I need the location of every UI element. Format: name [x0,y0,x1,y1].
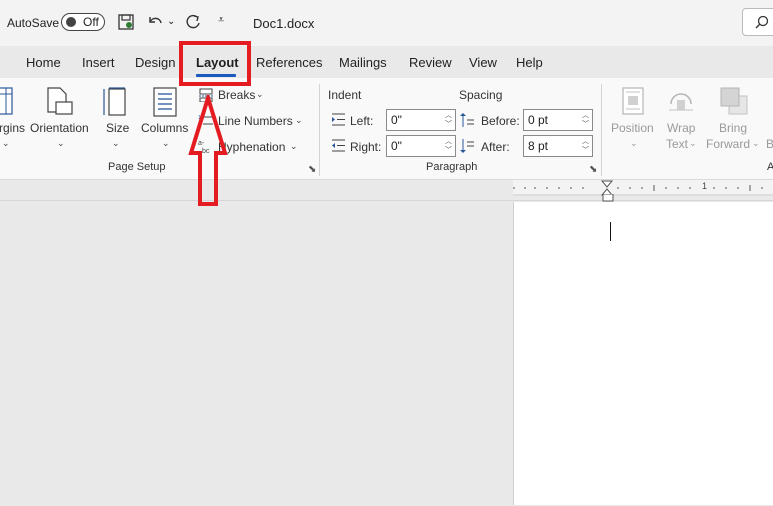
left-indent-marker-icon[interactable] [602,194,614,202]
page-setup-group-label: Page Setup [108,161,166,173]
tab-help[interactable]: Help [516,55,543,70]
arrange-group-label: A [767,161,773,173]
spinner-icon[interactable]: ︿ ﹀ [582,137,589,155]
undo-dropdown-chevron-icon[interactable]: ⌄ [167,16,175,27]
title-bar: AutoSave Off ⌄ ⩡ Doc1.docx [0,0,773,46]
columns-icon[interactable] [152,86,178,118]
autosave-toggle[interactable]: Off [61,13,105,31]
position-label[interactable]: Position [611,121,654,135]
spacing-before-input[interactable]: 0 pt ︿ ﹀ [523,109,593,131]
position-icon[interactable] [621,86,645,116]
ruler-ticks [513,180,773,196]
save-icon[interactable] [117,13,135,31]
tab-design[interactable]: Design [135,55,175,70]
indent-left-icon [332,113,345,126]
text-cursor [610,222,611,241]
orientation-chevron-icon[interactable]: ⌄ [57,138,65,149]
spacing-after-icon [460,139,474,153]
redo-icon[interactable] [184,13,202,31]
indent-header: Indent [328,88,362,102]
spinner-icon[interactable]: ︿ ﹀ [445,137,452,155]
autosave-state: Off [83,15,99,29]
line-numbers-label[interactable]: Line Numbers [218,114,293,128]
tab-review[interactable]: Review [409,55,452,70]
tab-home[interactable]: Home [26,55,61,70]
bring-forward-icon[interactable] [719,86,749,116]
tab-view[interactable]: View [469,55,497,70]
bring-label-2[interactable]: Forward [706,137,750,151]
annotation-arrow-icon [188,95,228,206]
margins-chevron-icon[interactable]: ⌄ [2,138,10,149]
spacing-after-label: After: [481,140,510,154]
paragraph-launcher-icon[interactable]: ⬊ [589,164,597,175]
tab-insert[interactable]: Insert [82,55,115,70]
indent-right-label: Right: [350,140,382,154]
wrap-text-icon[interactable] [667,90,695,114]
page-setup-launcher-icon[interactable]: ⬊ [308,164,316,175]
line-numbers-chevron-icon[interactable]: ⌄ [295,115,303,126]
bring-forward-chevron-icon[interactable]: ⌄ [752,138,760,149]
layout-tab-highlight [179,41,251,86]
spacing-after-input[interactable]: 8 pt ︿ ﹀ [523,135,593,157]
margins-icon[interactable] [0,86,14,118]
indent-right-icon [332,139,345,152]
hyphenation-chevron-icon[interactable]: ⌄ [290,141,298,152]
indent-right-value: 0" [391,139,402,153]
size-chevron-icon[interactable]: ⌄ [112,138,120,149]
paragraph-group-label: Paragraph [426,161,478,173]
columns-label[interactable]: Columns [141,121,188,135]
breaks-chevron-icon[interactable]: ⌄ [256,89,264,100]
undo-icon[interactable] [146,13,164,31]
spinner-icon[interactable]: ︿ ﹀ [445,111,452,129]
send-backward-partial-icon[interactable]: B [766,137,773,151]
document-title: Doc1.docx [253,16,315,31]
indent-left-input[interactable]: 0" ︿ ﹀ [386,109,456,131]
spacing-before-label: Before: [481,114,520,128]
size-icon[interactable] [102,86,128,118]
orientation-label[interactable]: Orientation [30,121,89,135]
toggle-knob-icon [66,17,76,27]
indent-left-label: Left: [350,114,374,128]
search-box[interactable] [742,8,773,36]
orientation-icon[interactable] [44,86,76,118]
horizontal-ruler[interactable]: 1 [513,180,773,196]
ruler-mark-label: 1 [702,181,708,191]
wrap-label-2[interactable]: Text [666,137,688,151]
spacing-before-icon [460,113,474,127]
customize-toolbar-icon[interactable]: ⩡ [218,14,224,27]
position-chevron-icon[interactable]: ⌄ [630,138,638,149]
bring-label[interactable]: Bring [719,121,747,135]
spacing-after-value: 8 pt [528,139,549,153]
search-icon [755,15,769,29]
spinner-icon[interactable]: ︿ ﹀ [582,111,589,129]
hyphenation-label[interactable]: Hyphenation [218,140,285,154]
size-label[interactable]: Size [106,121,129,135]
autosave-label: AutoSave [7,16,60,30]
ribbon-separator [601,84,602,176]
columns-chevron-icon[interactable]: ⌄ [162,138,170,149]
tab-references[interactable]: References [256,55,322,70]
indent-left-value: 0" [391,113,402,127]
indent-right-input[interactable]: 0" ︿ ﹀ [386,135,456,157]
ribbon-separator [319,84,320,176]
document-page[interactable] [513,202,773,505]
wrap-text-chevron-icon[interactable]: ⌄ [689,138,697,149]
margins-label[interactable]: rgins [0,121,25,135]
wrap-label[interactable]: Wrap [667,121,695,135]
tab-mailings[interactable]: Mailings [339,55,387,70]
spacing-header: Spacing [459,88,503,102]
spacing-before-value: 0 pt [528,113,549,127]
